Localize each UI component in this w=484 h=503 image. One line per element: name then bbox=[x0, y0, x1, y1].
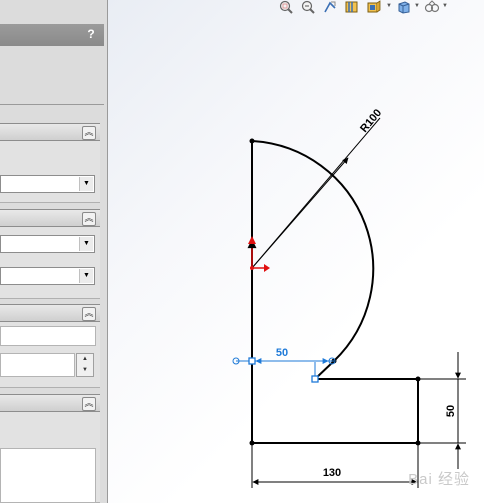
horizontal-dimension-selected[interactable]: 50 bbox=[232, 347, 336, 383]
sketch-points[interactable] bbox=[249, 138, 421, 446]
spin-down-icon[interactable]: ▼ bbox=[77, 365, 93, 376]
collapse-icon[interactable]: ︽ bbox=[82, 212, 96, 226]
arc-segment[interactable] bbox=[251, 140, 375, 362]
collapse-icon[interactable]: ︽ bbox=[82, 126, 96, 140]
chevron-down-icon[interactable]: ▼ bbox=[79, 177, 93, 191]
sketch-profile[interactable] bbox=[251, 140, 419, 444]
origin-icon bbox=[247, 236, 270, 272]
group-body-2: ▼ ▼ bbox=[0, 227, 100, 299]
group-body-4 bbox=[0, 412, 100, 503]
collapse-icon[interactable]: ︽ bbox=[82, 397, 96, 411]
number-field[interactable] bbox=[0, 353, 75, 377]
dropdown-1[interactable]: ▼ bbox=[0, 175, 95, 193]
bottom-dimension-label[interactable]: 130 bbox=[323, 467, 341, 479]
group-header-1[interactable]: ︽ bbox=[0, 123, 100, 141]
sketch-canvas[interactable]: R100 50 50 130 bbox=[108, 0, 484, 503]
panel-divider bbox=[0, 104, 104, 105]
vertical-dimension-label[interactable]: 50 bbox=[445, 405, 457, 417]
radius-dimension[interactable]: R100 bbox=[251, 107, 384, 269]
chevron-down-icon[interactable]: ▼ bbox=[79, 269, 93, 283]
bottom-dimension[interactable]: 130 bbox=[251, 445, 419, 488]
radius-dimension-label[interactable]: R100 bbox=[358, 107, 384, 135]
chevron-down-icon[interactable]: ▼ bbox=[79, 237, 93, 251]
group-body-3: ▲ ▼ bbox=[0, 322, 100, 388]
panel-title-bar: ? bbox=[0, 24, 104, 46]
spin-up-icon[interactable]: ▲ bbox=[77, 354, 93, 365]
help-button[interactable]: ? bbox=[84, 27, 98, 41]
horizontal-dimension-label[interactable]: 50 bbox=[276, 347, 288, 359]
group-header-3[interactable]: ︽ bbox=[0, 304, 100, 322]
dropdown-3[interactable]: ▼ bbox=[0, 267, 95, 285]
list-box[interactable] bbox=[0, 448, 96, 503]
graphics-area[interactable]: ▼ ▼ ▼ R100 50 50 130 Bai 经验 bbox=[108, 0, 484, 503]
spinner-control[interactable]: ▲ ▼ bbox=[76, 353, 94, 377]
group-header-4[interactable]: ︽ bbox=[0, 394, 100, 412]
property-manager-panel: ? ︽ ▼ ︽ ▼ ▼ ︽ ▲ ▼ ︽ bbox=[0, 0, 108, 503]
group-body-1: ▼ bbox=[0, 141, 100, 203]
vertical-dimension[interactable]: 50 bbox=[420, 352, 466, 469]
dropdown-2[interactable]: ▼ bbox=[0, 235, 95, 253]
group-header-2[interactable]: ︽ bbox=[0, 209, 100, 227]
collapse-icon[interactable]: ︽ bbox=[82, 307, 96, 321]
text-field-1[interactable] bbox=[0, 326, 96, 346]
watermark: Bai 经验 bbox=[408, 471, 470, 488]
